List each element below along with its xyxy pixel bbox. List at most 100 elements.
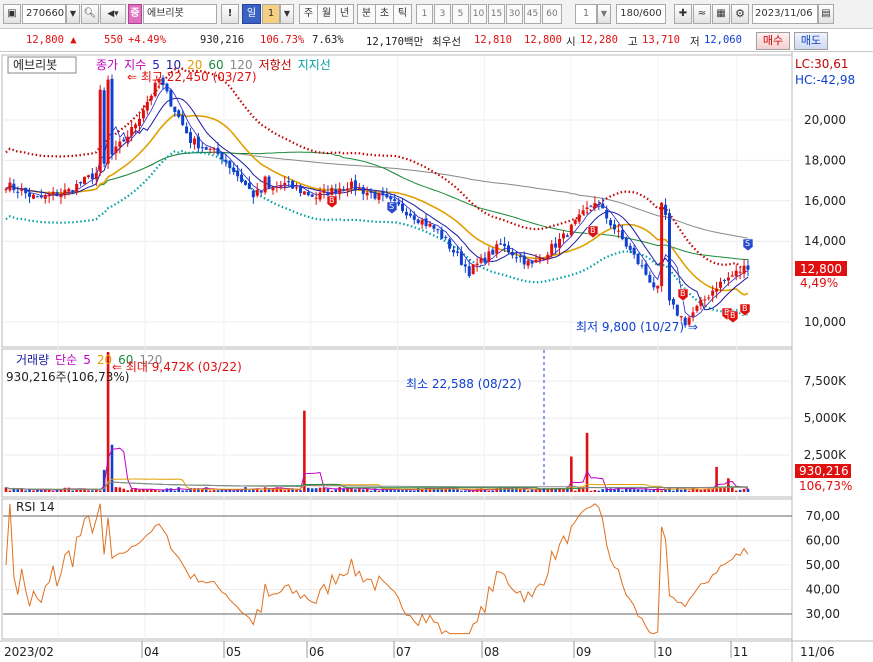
count-dropdown-icon[interactable]: ▼ xyxy=(597,4,611,24)
candle-body xyxy=(565,235,569,237)
calendar-icon[interactable]: ▤ xyxy=(818,4,834,24)
gear-icon[interactable]: ⚙ xyxy=(731,4,749,24)
day-count-input[interactable]: 1 xyxy=(262,4,280,24)
candle-body xyxy=(122,139,126,142)
hc-value: HC:-42,98 xyxy=(795,73,855,87)
candle-body xyxy=(51,191,55,195)
volume-bar xyxy=(464,490,467,492)
interval-10[interactable]: 10 xyxy=(470,4,487,24)
candle-body xyxy=(263,176,267,193)
date-input[interactable]: 2023/11/06 xyxy=(752,4,818,24)
candle-body xyxy=(448,239,452,249)
rsi-tick-label: 40,00 xyxy=(806,583,840,597)
volume-bar xyxy=(593,489,597,492)
day-dropdown-icon[interactable]: ▼ xyxy=(280,4,294,24)
count-input[interactable]: 1 xyxy=(575,4,597,24)
candle-body xyxy=(291,180,295,189)
candle-body xyxy=(98,89,102,172)
volume-bar xyxy=(130,489,133,492)
volume-bar xyxy=(483,490,487,492)
candle-body xyxy=(401,203,405,211)
price-change-pct: +4.49% xyxy=(128,34,166,46)
candle-body xyxy=(137,118,141,127)
candle-body xyxy=(628,245,632,250)
signal-label: B xyxy=(329,196,335,205)
candle-body xyxy=(463,264,467,267)
volume-tick-label: 5,000K xyxy=(804,411,847,425)
interval-60[interactable]: 60 xyxy=(542,4,562,24)
window-menu-icon[interactable]: ▣ xyxy=(3,4,21,24)
stock-name-field[interactable]: 에브리봇 xyxy=(143,4,217,24)
stock-chart[interactable]: BBBB BBSS 에브리봇 종가 지수 5 10 20 60 120 저항선 지지선 LC:30… xyxy=(0,52,873,662)
candle-body xyxy=(385,193,389,198)
tab-second[interactable]: 초 xyxy=(375,4,394,24)
interval-45[interactable]: 45 xyxy=(524,4,541,24)
volume-bar xyxy=(730,487,734,492)
volume-bar xyxy=(424,487,428,492)
candle-body xyxy=(459,251,463,265)
interval-5[interactable]: 5 xyxy=(452,4,469,24)
price-tick-label: 20,000 xyxy=(804,113,846,127)
high-price: 13,710 xyxy=(642,34,680,46)
code-dropdown-icon[interactable]: ▼ xyxy=(66,4,80,24)
candle-body xyxy=(561,233,565,239)
candle-body xyxy=(322,190,326,193)
candle-body xyxy=(357,187,361,189)
candle-body xyxy=(361,187,365,194)
candle-body xyxy=(389,196,393,200)
tab-tick[interactable]: 틱 xyxy=(393,4,412,24)
tab-day[interactable]: 일 xyxy=(242,4,261,24)
candle-body xyxy=(444,237,448,239)
volume-bar xyxy=(648,490,652,492)
candle-body xyxy=(711,290,715,296)
interval-3[interactable]: 3 xyxy=(434,4,451,24)
volume-max-annotation: ⇐ 최대 9,472K (03/22) xyxy=(112,360,242,374)
volume-bar xyxy=(169,488,173,492)
speaker-icon[interactable]: ◀▾ xyxy=(100,4,126,24)
candle-body xyxy=(59,193,63,198)
chart-toolbar: ▣ 270660 ▼ 🔍︎ ◀▾ 증 에브리봇 ! 일 1 ▼ 주 월 년 분 … xyxy=(0,0,873,29)
candle-body xyxy=(130,127,134,136)
interval-30[interactable]: 30 xyxy=(506,4,523,24)
x-tick-label: 08 xyxy=(484,645,499,659)
low-price: 12,060 xyxy=(704,34,742,46)
tab-month[interactable]: 월 xyxy=(317,4,336,24)
alert-button[interactable]: ! xyxy=(221,4,239,24)
candle-body xyxy=(118,141,122,147)
volume-bar xyxy=(377,490,381,492)
candle-body xyxy=(534,259,538,263)
price-tick-label: 10,000 xyxy=(804,315,846,329)
tab-year[interactable]: 년 xyxy=(335,4,354,24)
tab-minute[interactable]: 분 xyxy=(357,4,376,24)
price-tag-text: 12,800 xyxy=(800,262,842,276)
trend-icon[interactable]: ≈ xyxy=(693,4,711,24)
search-icon[interactable]: 🔍︎ xyxy=(81,4,99,24)
candle-body xyxy=(514,257,518,259)
candle-body xyxy=(71,190,75,193)
candle-body xyxy=(83,176,87,185)
candle-body xyxy=(428,223,432,227)
volume-bar xyxy=(146,489,149,492)
interval-1[interactable]: 1 xyxy=(416,4,433,24)
buy-button[interactable]: 매수 xyxy=(756,32,790,50)
open-label: 시 xyxy=(566,36,576,48)
volume-bar xyxy=(640,490,644,492)
candle-body xyxy=(440,229,444,239)
tab-week[interactable]: 주 xyxy=(299,4,318,24)
candle-body xyxy=(90,173,94,179)
grid-icon[interactable]: ▦ xyxy=(712,4,730,24)
stock-code-input[interactable]: 270660 xyxy=(22,4,66,24)
candle-body xyxy=(247,183,251,189)
volume-bar xyxy=(573,490,577,492)
sell-button[interactable]: 매도 xyxy=(794,32,828,50)
indicator-icon[interactable]: ✚ xyxy=(674,4,692,24)
candle-body xyxy=(287,181,291,183)
candle-body xyxy=(510,251,514,256)
candle-body xyxy=(267,176,271,189)
candle-body xyxy=(624,237,628,247)
candle-body xyxy=(581,210,585,214)
candle-body xyxy=(522,255,526,265)
range-input[interactable]: 180/600 xyxy=(616,4,666,24)
volume-bar xyxy=(632,489,636,492)
interval-15[interactable]: 15 xyxy=(488,4,505,24)
